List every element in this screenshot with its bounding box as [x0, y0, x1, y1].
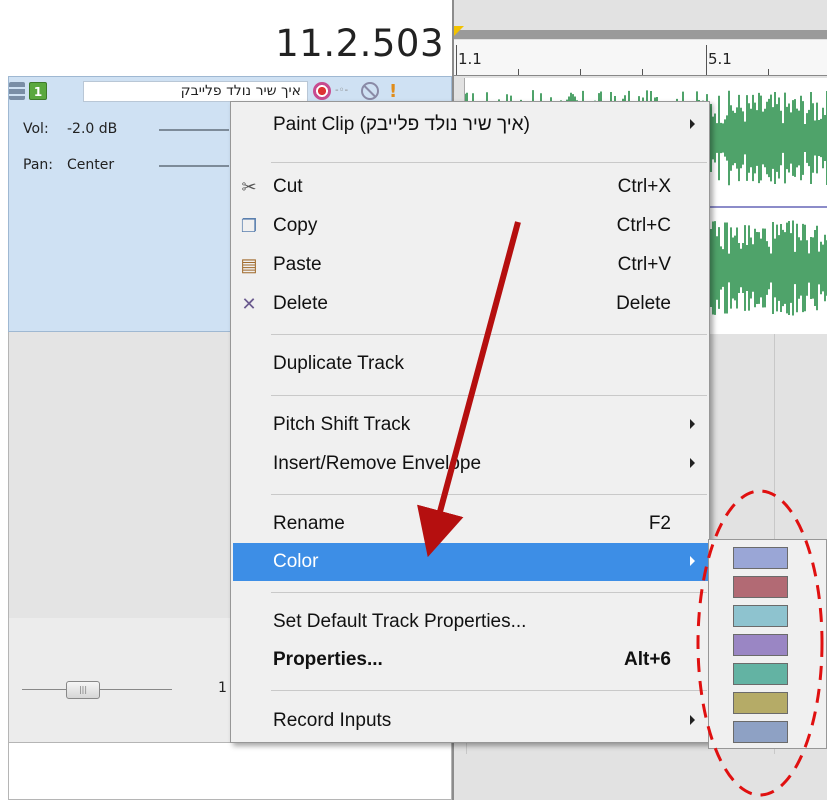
menu-item-label: Record Inputs — [273, 710, 392, 731]
color-swatch[interactable] — [733, 721, 788, 743]
menu-item-set-default-track-properties[interactable]: Set Default Track Properties... — [233, 603, 709, 641]
submenu-arrow-icon — [690, 715, 695, 725]
menu-item-insert-remove-envelope[interactable]: Insert/Remove Envelope — [233, 445, 709, 483]
track-context-menu: Paint Clip (איך שיר נולד פלייבק) ✂ Cut C… — [230, 101, 710, 743]
menu-item-label: Color — [273, 551, 319, 572]
vol-label: Vol: — [23, 121, 49, 137]
color-swatch[interactable] — [733, 547, 788, 569]
menu-shortcut: Alt+6 — [624, 649, 671, 670]
vol-value[interactable]: -2.0 dB — [67, 121, 117, 137]
menu-item-label: Delete — [273, 293, 328, 314]
color-swatch[interactable] — [733, 576, 788, 598]
color-swatch[interactable] — [733, 692, 788, 714]
color-swatch[interactable] — [733, 634, 788, 656]
menu-item-label: Cut — [273, 176, 303, 197]
ruler-label: 1.1 — [458, 50, 482, 68]
menu-item-properties[interactable]: Properties... Alt+6 — [233, 641, 709, 679]
menu-item-rename[interactable]: Rename F2 — [233, 505, 709, 543]
menu-shortcut: Ctrl+C — [616, 215, 671, 236]
bottom-readout: 1 — [218, 680, 227, 696]
solo-icon[interactable]: ! — [389, 81, 397, 102]
ruler-label: 5.1 — [708, 50, 732, 68]
bottom-fader-thumb[interactable]: ||| — [66, 681, 100, 699]
menu-shortcut: Ctrl+V — [617, 254, 671, 275]
ruler-tick — [642, 69, 643, 75]
menu-item-label: Set Default Track Properties... — [273, 611, 527, 632]
loop-start-marker[interactable] — [454, 26, 464, 36]
submenu-arrow-icon — [690, 419, 695, 429]
fx-bypass-icon[interactable]: -◦- — [335, 85, 355, 97]
color-swatch[interactable] — [733, 663, 788, 685]
ruler-tick — [768, 69, 769, 75]
scissors-icon: ✂ — [241, 177, 257, 197]
menu-item-label: Insert/Remove Envelope — [273, 453, 482, 474]
submenu-arrow-icon — [690, 458, 695, 468]
menu-separator — [271, 592, 707, 593]
paste-icon: ▤ — [240, 255, 258, 275]
menu-item-duplicate-track[interactable]: Duplicate Track — [233, 345, 709, 383]
menu-separator — [271, 162, 707, 163]
track-name-field[interactable]: איך שיר נולד פלייבק — [83, 81, 308, 102]
menu-separator — [271, 690, 707, 691]
menu-shortcut: F2 — [648, 513, 671, 534]
pan-value[interactable]: Center — [67, 157, 114, 173]
record-arm-icon[interactable] — [313, 82, 331, 100]
menu-item-pitch-shift-track[interactable]: Pitch Shift Track — [233, 406, 709, 444]
color-submenu — [708, 539, 827, 749]
pan-label: Pan: — [23, 157, 53, 173]
copy-icon: ❐ — [240, 216, 258, 236]
menu-item-label: Properties... — [273, 649, 383, 670]
menu-item-paint-clip[interactable]: Paint Clip (איך שיר נולד פלייבק) — [233, 106, 709, 144]
menu-item-cut[interactable]: ✂ Cut Ctrl+X — [233, 168, 709, 206]
submenu-arrow-icon — [690, 119, 695, 129]
ruler-tick — [456, 45, 457, 75]
bottom-strip — [8, 742, 452, 800]
time-ruler[interactable]: 1.1 5.1 — [454, 40, 827, 76]
mute-icon[interactable] — [361, 82, 379, 100]
ruler-tick — [706, 45, 707, 75]
time-display: 11.2.503 — [275, 22, 444, 65]
menu-item-label: Copy — [273, 215, 318, 236]
menu-item-delete[interactable]: ✕ Delete Delete — [233, 285, 709, 323]
menu-item-label: Duplicate Track — [273, 353, 404, 374]
menu-separator — [271, 395, 707, 396]
track-grip-icon[interactable] — [9, 82, 25, 100]
menu-item-label: Rename — [273, 513, 345, 534]
ruler-tick — [518, 69, 519, 75]
menu-item-copy[interactable]: ❐ Copy Ctrl+C — [233, 207, 709, 245]
menu-item-label: Paint Clip (איך שיר נולד פלייבק) — [273, 114, 530, 135]
ruler-tick — [580, 69, 581, 75]
track-number-badge[interactable]: 1 — [29, 82, 47, 100]
menu-item-label: Paste — [273, 254, 322, 275]
loop-region-bar[interactable] — [454, 30, 827, 39]
menu-item-record-inputs[interactable]: Record Inputs — [233, 702, 709, 740]
color-swatch[interactable] — [733, 605, 788, 627]
delete-x-icon: ✕ — [241, 294, 257, 314]
menu-shortcut: Ctrl+X — [617, 176, 671, 197]
menu-separator — [271, 494, 707, 495]
menu-item-label: Pitch Shift Track — [273, 414, 411, 435]
menu-item-paste[interactable]: ▤ Paste Ctrl+V — [233, 246, 709, 284]
menu-shortcut: Delete — [616, 293, 671, 314]
volume-slider[interactable] — [159, 129, 229, 131]
menu-item-color[interactable]: Color — [233, 543, 709, 581]
submenu-arrow-icon — [690, 556, 695, 566]
menu-separator — [271, 334, 707, 335]
pan-slider[interactable] — [159, 165, 229, 167]
